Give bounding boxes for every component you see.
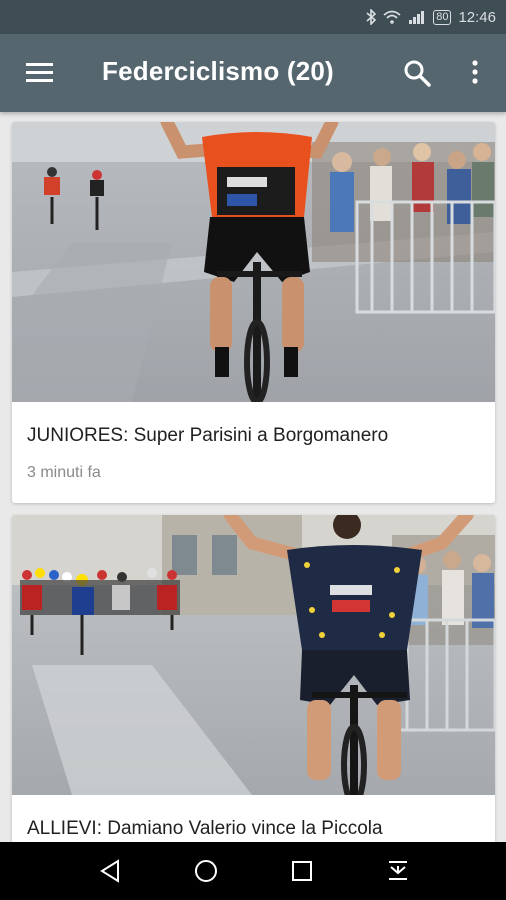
bluetooth-icon: [366, 9, 377, 25]
navigation-bar: [0, 842, 506, 900]
app-bar: Federciclismo (20): [0, 34, 506, 112]
back-icon[interactable]: [98, 858, 124, 884]
status-bar: 80 12:46: [0, 0, 506, 34]
wifi-icon: [383, 10, 401, 24]
search-icon[interactable]: [402, 58, 432, 88]
article-title[interactable]: JUNIORES: Super Parisini a Borgomanero: [27, 425, 388, 447]
article-photo: [12, 515, 495, 795]
page-title: Federciclismo (20): [102, 56, 334, 86]
article-photo: [12, 122, 495, 402]
menu-icon[interactable]: [25, 60, 55, 86]
notifications-pull-icon[interactable]: [385, 858, 411, 884]
article-title[interactable]: ALLIEVI: Damiano Valerio vince la Piccol…: [27, 818, 383, 840]
status-time: 12:46: [458, 8, 496, 26]
more-vert-icon[interactable]: [466, 58, 484, 88]
article-timestamp: 3 minuti fa: [27, 464, 101, 481]
recents-icon[interactable]: [289, 858, 315, 884]
article-feed[interactable]: JUNIORES: Super Parisini a Borgomanero 3…: [0, 112, 506, 842]
article-card[interactable]: ALLIEVI: Damiano Valerio vince la Piccol…: [12, 515, 495, 842]
battery-icon: 80: [433, 9, 452, 25]
home-icon[interactable]: [193, 858, 219, 884]
article-card[interactable]: JUNIORES: Super Parisini a Borgomanero 3…: [12, 122, 495, 503]
signal-icon: [408, 10, 426, 24]
